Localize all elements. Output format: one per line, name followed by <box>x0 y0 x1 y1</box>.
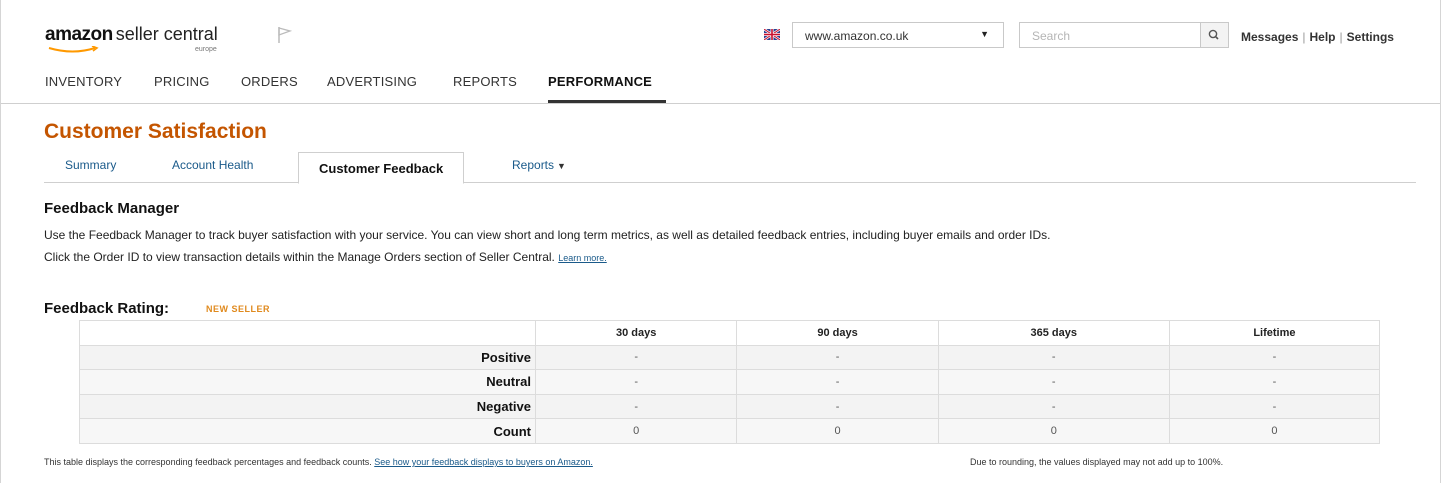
settings-link[interactable]: Settings <box>1347 30 1394 44</box>
table-corner-cell <box>79 320 536 346</box>
link-separator: | <box>1302 30 1306 44</box>
nav-performance[interactable]: PERFORMANCE <box>548 74 652 89</box>
table-cell: - <box>534 393 738 420</box>
marketplace-select[interactable]: www.amazon.co.uk ▼ <box>792 22 1004 48</box>
feedback-display-link[interactable]: See how your feedback displays to buyers… <box>374 457 593 467</box>
search-placeholder: Search <box>1032 29 1071 43</box>
column-header: 30 days <box>534 320 738 346</box>
feedback-manager-description: Use the Feedback Manager to track buyer … <box>44 228 1051 242</box>
row-label: Count <box>79 418 536 444</box>
messages-link[interactable]: Messages <box>1241 30 1298 44</box>
chevron-down-icon: ▼ <box>557 161 566 171</box>
table-cell: - <box>534 369 738 395</box>
table-cell: - <box>1168 344 1381 371</box>
table-cell: - <box>736 393 939 420</box>
row-label: Positive <box>79 344 536 371</box>
description-text: Click the Order ID to view transaction d… <box>44 250 555 264</box>
feedback-manager-description-2: Click the Order ID to view transaction d… <box>44 250 607 264</box>
nav-orders[interactable]: ORDERS <box>241 74 298 89</box>
nav-pricing[interactable]: PRICING <box>154 74 210 89</box>
logo-product: seller central <box>115 24 218 44</box>
feedback-rating-table: 30 days 90 days 365 days Lifetime Positi… <box>79 320 1381 444</box>
table-footnote: This table displays the corresponding fe… <box>44 457 593 467</box>
feedback-manager-title: Feedback Manager <box>44 200 180 217</box>
chevron-down-icon: ▼ <box>980 29 989 39</box>
table-cell: 0 <box>937 418 1170 444</box>
logo-brand: amazon <box>45 24 113 45</box>
feedback-rating-title: Feedback Rating: <box>44 300 170 317</box>
tab-account-health[interactable]: Account Health <box>172 158 253 172</box>
row-label: Neutral <box>79 369 536 395</box>
column-header: 90 days <box>736 320 939 346</box>
tab-reports-label: Reports <box>512 158 555 172</box>
amazon-smile-icon <box>48 46 99 53</box>
top-links: Messages | Help | Settings <box>1241 30 1394 44</box>
nav-inventory[interactable]: INVENTORY <box>45 74 122 89</box>
table-cell: 0 <box>534 418 738 444</box>
column-header: 365 days <box>937 320 1170 346</box>
table-cell: - <box>736 344 939 371</box>
learn-more-link[interactable]: Learn more. <box>558 253 607 263</box>
tab-summary[interactable]: Summary <box>65 158 116 172</box>
marketplace-value: www.amazon.co.uk <box>805 29 909 43</box>
table-cell: - <box>937 393 1170 420</box>
table-cell: - <box>1168 393 1381 420</box>
flag-icon[interactable] <box>277 26 293 44</box>
search-input[interactable]: Search <box>1019 22 1201 48</box>
table-row: Negative - - - - <box>79 393 1381 420</box>
uk-flag-icon <box>764 29 780 40</box>
table-cell: 0 <box>736 418 939 444</box>
table-cell: - <box>937 369 1170 395</box>
table-cell: 0 <box>1168 418 1381 444</box>
table-row: Count 0 0 0 0 <box>79 418 1381 444</box>
nav-advertising[interactable]: ADVERTISING <box>327 74 417 89</box>
link-separator: | <box>1339 30 1343 44</box>
table-row: Neutral - - - - <box>79 369 1381 395</box>
search-icon <box>1208 29 1219 40</box>
new-seller-badge: NEW SELLER <box>206 304 271 314</box>
tab-bar: Summary Account Health Customer Feedback… <box>44 152 1416 184</box>
table-row: Positive - - - - <box>79 344 1381 371</box>
table-cell: - <box>937 344 1170 371</box>
column-header: Lifetime <box>1168 320 1381 346</box>
logo-region: europe <box>195 46 217 53</box>
table-cell: - <box>736 369 939 395</box>
search-button[interactable] <box>1201 22 1229 48</box>
nav-reports[interactable]: REPORTS <box>453 74 517 89</box>
rounding-note: Due to rounding, the values displayed ma… <box>970 457 1224 467</box>
row-label: Negative <box>79 393 536 420</box>
tab-customer-feedback[interactable]: Customer Feedback <box>298 152 465 184</box>
tab-reports[interactable]: Reports ▼ <box>512 158 566 172</box>
table-cell: - <box>1168 369 1381 395</box>
table-header-row: 30 days 90 days 365 days Lifetime <box>79 320 1381 346</box>
footnote-text: This table displays the corresponding fe… <box>44 457 372 467</box>
nav-active-indicator <box>548 100 666 103</box>
seller-central-logo[interactable]: amazon seller central europe <box>45 24 218 53</box>
page-title: Customer Satisfaction <box>44 120 267 143</box>
top-header: amazon seller central europe www.amazon.c… <box>1 0 1440 104</box>
table-cell: - <box>534 344 738 371</box>
help-link[interactable]: Help <box>1310 30 1336 44</box>
